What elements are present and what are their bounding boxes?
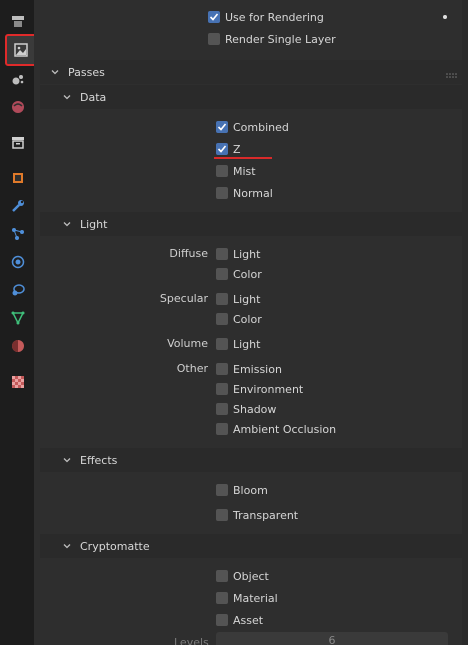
z-pass-checkbox[interactable]: Z: [216, 140, 241, 158]
environment-checkbox[interactable]: Environment: [216, 380, 303, 398]
drag-grip-icon[interactable]: [446, 69, 458, 82]
chevron-down-icon: [62, 92, 72, 102]
diffuse-color-checkbox[interactable]: Color: [216, 265, 262, 283]
material-icon[interactable]: [7, 335, 29, 357]
combined-pass-checkbox[interactable]: Combined: [216, 118, 289, 136]
mist-pass-checkbox[interactable]: Mist: [216, 162, 256, 180]
shadow-checkbox[interactable]: Shadow: [216, 400, 276, 418]
volume-light-checkbox[interactable]: Light: [216, 335, 260, 353]
levels-label: Levels: [174, 636, 209, 645]
cryptomatte-material-checkbox[interactable]: Material: [216, 589, 278, 607]
properties-panel: Use for Rendering Render Single Layer Pa…: [34, 0, 468, 645]
chevron-down-icon: [62, 219, 72, 229]
data-subpanel-header[interactable]: Data: [40, 85, 464, 109]
modifier-wrench-icon[interactable]: [7, 195, 29, 217]
render-single-layer-checkbox[interactable]: Render Single Layer: [208, 30, 336, 48]
checkmark-icon: [216, 143, 228, 155]
render-properties-icon[interactable]: [7, 10, 29, 32]
use-for-rendering-checkbox[interactable]: Use for Rendering: [208, 8, 324, 26]
particles-icon[interactable]: [7, 223, 29, 245]
world-icon[interactable]: [7, 131, 29, 153]
object-properties-icon[interactable]: [7, 167, 29, 189]
highlight-underline: [214, 157, 272, 159]
scrollbar[interactable]: [462, 0, 468, 645]
light-subpanel-header[interactable]: Light: [40, 212, 464, 236]
diffuse-light-checkbox[interactable]: Light: [216, 245, 260, 263]
normal-pass-checkbox[interactable]: Normal: [216, 184, 273, 202]
specular-light-checkbox[interactable]: Light: [216, 290, 260, 308]
output-properties-icon[interactable]: [5, 34, 37, 66]
chevron-down-icon: [50, 67, 60, 77]
transparent-checkbox[interactable]: Transparent: [216, 506, 298, 524]
cryptomatte-asset-checkbox[interactable]: Asset: [216, 611, 263, 629]
effects-subpanel-header[interactable]: Effects: [40, 448, 464, 472]
texture-icon[interactable]: [7, 371, 29, 393]
scene-icon[interactable]: [7, 96, 29, 118]
properties-tab-strip: [0, 0, 37, 645]
chevron-down-icon: [62, 541, 72, 551]
volume-label: Volume: [167, 337, 208, 350]
physics-icon[interactable]: [7, 251, 29, 273]
diffuse-label: Diffuse: [169, 247, 208, 260]
specular-color-checkbox[interactable]: Color: [216, 310, 262, 328]
levels-number-field[interactable]: 6: [216, 632, 448, 645]
view-layer-icon[interactable]: [7, 68, 29, 90]
checkmark-icon: [208, 11, 220, 23]
constraints-icon[interactable]: [7, 279, 29, 301]
cryptomatte-object-checkbox[interactable]: Object: [216, 567, 269, 585]
mesh-data-icon[interactable]: [7, 307, 29, 329]
chevron-down-icon: [62, 455, 72, 465]
decorator-dot[interactable]: [443, 15, 447, 19]
other-label: Other: [176, 362, 208, 375]
specular-label: Specular: [159, 292, 208, 305]
ambient-occlusion-checkbox[interactable]: Ambient Occlusion: [216, 420, 336, 438]
cryptomatte-subpanel-header[interactable]: Cryptomatte: [40, 534, 464, 558]
passes-panel-header[interactable]: Passes: [40, 60, 464, 84]
checkmark-icon: [216, 121, 228, 133]
emission-checkbox[interactable]: Emission: [216, 360, 282, 378]
bloom-checkbox[interactable]: Bloom: [216, 481, 268, 499]
